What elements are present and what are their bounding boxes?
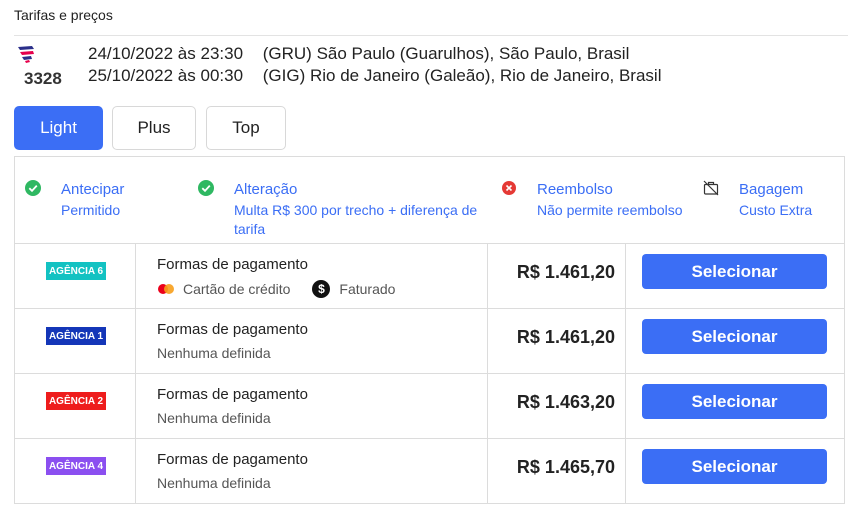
- fare-conditions: Antecipar Permitido Alteração Multa R$ 3…: [15, 157, 844, 244]
- latam-airline-icon: [18, 46, 34, 63]
- arrival-segment: 25/10/2022 às 00:30 (GIG) Rio de Janeiro…: [88, 66, 661, 86]
- condition-desc: Multa R$ 300 por trecho + diferença de t…: [234, 202, 478, 237]
- check-circle-icon: [25, 180, 41, 196]
- price-cell: R$ 1.465,70: [487, 439, 626, 504]
- agency-badge: AGÊNCIA 2: [46, 392, 106, 410]
- agency-badge: AGÊNCIA 4: [46, 457, 106, 475]
- condition-title: Alteração: [234, 181, 298, 198]
- offer-row: AGÊNCIA 1 Formas de pagamento Nenhuma de…: [15, 309, 844, 374]
- check-circle-icon: [198, 180, 214, 196]
- offer-row: AGÊNCIA 6 Formas de pagamento Cartão de …: [15, 244, 844, 309]
- departure-segment: 24/10/2022 às 23:30 (GRU) São Paulo (Gua…: [88, 44, 629, 64]
- departure-code: (GRU): [262, 44, 312, 63]
- tab-light[interactable]: Light: [14, 106, 103, 150]
- payment-none: Nenhuma definida: [157, 345, 271, 361]
- select-button[interactable]: Selecionar: [642, 319, 827, 354]
- condition-desc: Custo Extra: [739, 202, 813, 218]
- payment-none: Nenhuma definida: [157, 410, 271, 426]
- offer-price: R$ 1.461,20: [516, 327, 615, 347]
- payment-title: Formas de pagamento: [157, 321, 308, 338]
- condition-title: Bagagem: [739, 181, 804, 198]
- flight-number: 3328: [24, 69, 62, 88]
- price-cell: R$ 1.461,20: [487, 244, 626, 308]
- offer-row: AGÊNCIA 4 Formas de pagamento Nenhuma de…: [15, 439, 844, 504]
- payment-none: Nenhuma definida: [157, 475, 271, 491]
- departure-place: São Paulo (Guarulhos), São Paulo, Brasil: [316, 44, 630, 63]
- arrival-datetime: 25/10/2022 às 00:30: [88, 66, 244, 85]
- tab-top[interactable]: Top: [206, 106, 286, 150]
- condition-title: Reembolso: [537, 181, 613, 198]
- condition-title: Antecipar: [61, 181, 125, 198]
- condition-desc: Não permite reembolso: [537, 202, 683, 218]
- payment-methods: Cartão de crédito $ Faturado: [157, 280, 395, 298]
- payment-invoice-label: Faturado: [339, 281, 396, 297]
- select-button[interactable]: Selecionar: [642, 449, 827, 484]
- flight-summary: 3328 24/10/2022 às 23:30 (GRU) São Paulo…: [14, 42, 844, 92]
- offer-price: R$ 1.465,70: [516, 457, 615, 477]
- payment-title: Formas de pagamento: [157, 451, 308, 468]
- offer-row: AGÊNCIA 2 Formas de pagamento Nenhuma de…: [15, 374, 844, 439]
- section-title: Tarifas e preços: [14, 7, 113, 23]
- agency-badge: AGÊNCIA 1: [46, 327, 106, 345]
- payment-title: Formas de pagamento: [157, 386, 308, 403]
- agency-badge: AGÊNCIA 6: [46, 262, 106, 280]
- select-button[interactable]: Selecionar: [642, 254, 827, 289]
- departure-datetime: 24/10/2022 às 23:30: [88, 44, 244, 63]
- tab-plus[interactable]: Plus: [112, 106, 196, 150]
- invoice-icon: $: [312, 280, 331, 298]
- arrival-place: Rio de Janeiro (Galeão), Rio de Janeiro,…: [309, 66, 662, 85]
- offer-price: R$ 1.463,20: [516, 392, 615, 412]
- credit-card-icon: [158, 284, 174, 294]
- payment-title: Formas de pagamento: [157, 256, 308, 273]
- condition-desc: Permitido: [61, 202, 121, 218]
- select-button[interactable]: Selecionar: [642, 384, 827, 419]
- price-cell: R$ 1.461,20: [487, 309, 626, 373]
- fare-panel: Antecipar Permitido Alteração Multa R$ 3…: [14, 156, 845, 504]
- offer-price: R$ 1.461,20: [516, 262, 615, 282]
- divider: [14, 35, 848, 36]
- x-circle-icon: [502, 181, 516, 195]
- payment-card-label: Cartão de crédito: [183, 281, 291, 297]
- price-cell: R$ 1.463,20: [487, 374, 626, 438]
- arrival-code: (GIG): [262, 66, 306, 85]
- suitcase-crossed-icon: [703, 180, 719, 196]
